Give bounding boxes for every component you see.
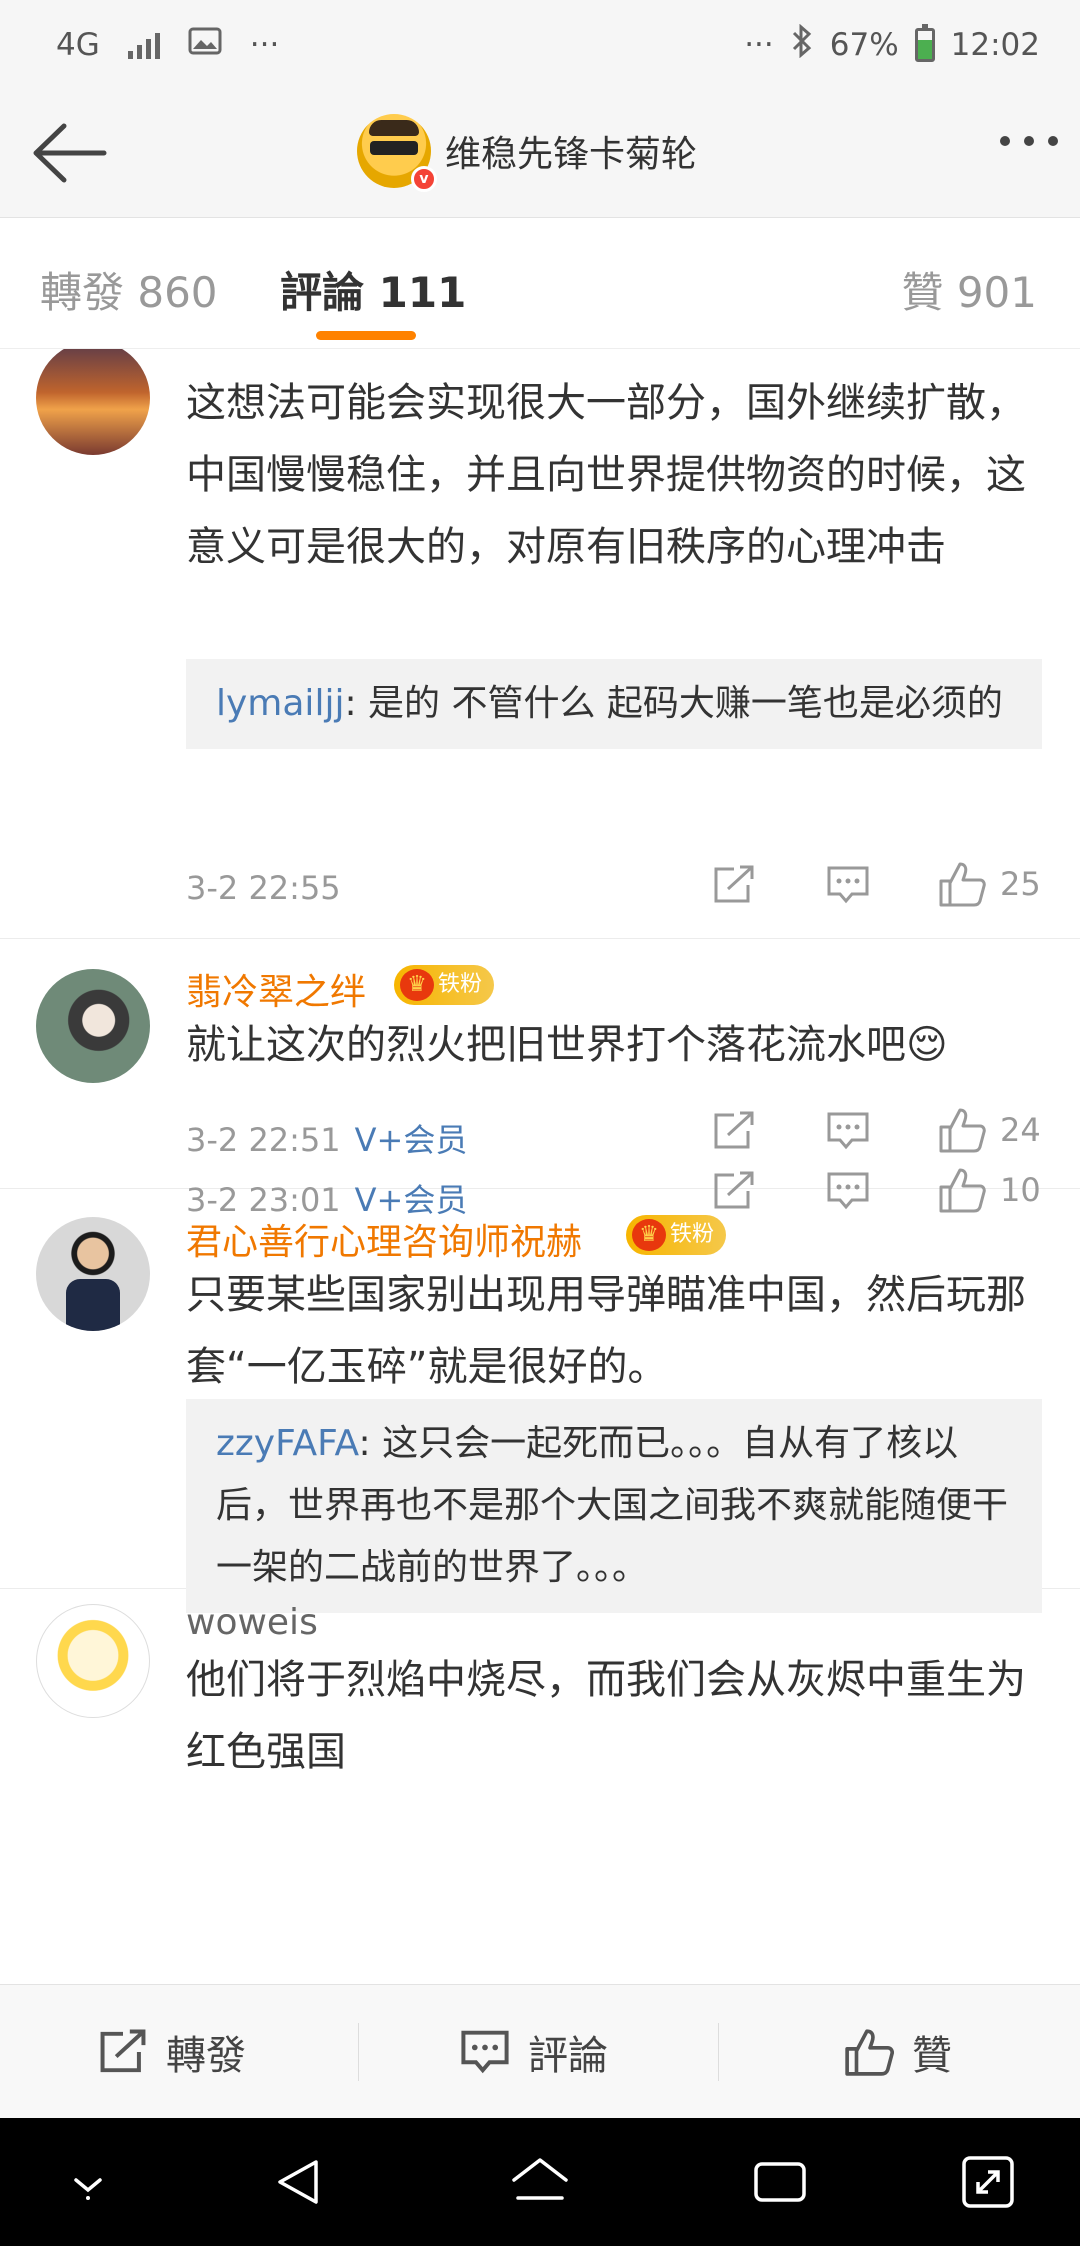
comment-button[interactable]: 評論 bbox=[460, 1985, 608, 2119]
comment-meta: 3-2 22:51 V+会员 bbox=[186, 1115, 467, 1161]
thumbs-up-icon bbox=[939, 1108, 986, 1153]
reply-username[interactable]: zzyFAFA bbox=[216, 1423, 359, 1464]
tab-repost[interactable]: 轉發 860 bbox=[40, 259, 218, 320]
avatar[interactable] bbox=[36, 969, 150, 1083]
chevron-down-icon[interactable] bbox=[56, 2150, 120, 2214]
reply-button[interactable] bbox=[826, 865, 870, 905]
tab-comments[interactable]: 評論 111 bbox=[280, 259, 466, 320]
verified-icon: v bbox=[411, 166, 437, 192]
image-icon bbox=[188, 27, 222, 63]
reply-preview[interactable]: lymailjj: 是的 不管什么 起码大赚一笔也是必须的 bbox=[186, 659, 1042, 749]
thumbs-up-icon bbox=[845, 2029, 894, 2076]
comment-text: 只要某些国家别出现用导弹瞄准中国，然后玩那套“一亿玉碎”就是很好的。 bbox=[186, 1272, 1026, 1390]
avatar[interactable] bbox=[36, 1604, 150, 1718]
comment-username[interactable]: 翡冷翠之绊 bbox=[186, 963, 366, 1015]
like-button[interactable]: 贊 bbox=[844, 1985, 952, 2119]
comment-item: 君心善行心理咨询师祝赫 ♛ 铁粉 只要某些国家别出现用导弹瞄准中国，然后玩那套“… bbox=[0, 1189, 1080, 1613]
vip-label[interactable]: V+会员 bbox=[355, 1121, 468, 1159]
reply-button[interactable] bbox=[826, 1111, 870, 1151]
status-bar: 4G ··· ··· 67% 12:02 bbox=[0, 0, 1080, 90]
more-options-icon[interactable] bbox=[1000, 136, 1058, 146]
comment-item: 翡冷翠之绊 ♛ 铁粉 就让这次的烈火把旧世界打个落花流水吧😌 3-2 22:51… bbox=[0, 939, 1080, 1189]
thumbs-up-icon bbox=[939, 862, 986, 907]
share-button[interactable] bbox=[712, 865, 756, 905]
comment-time: 3-2 22:51 bbox=[186, 1121, 341, 1159]
home-icon[interactable] bbox=[508, 2150, 572, 2214]
comment-icon bbox=[827, 1112, 869, 1150]
fan-badge-label: 铁粉 bbox=[670, 1222, 715, 1247]
back-triangle-icon[interactable] bbox=[268, 2150, 332, 2214]
comment-username[interactable]: woweis bbox=[186, 1602, 318, 1643]
like-count: 25 bbox=[1000, 865, 1041, 903]
repost-label: 轉發 bbox=[166, 2033, 246, 2079]
share-icon bbox=[714, 1111, 754, 1149]
recent-apps-icon[interactable] bbox=[748, 2150, 812, 2214]
like-count: 24 bbox=[1000, 1111, 1041, 1149]
divider bbox=[718, 2023, 719, 2081]
avatar[interactable]: v bbox=[357, 114, 437, 192]
comment-icon bbox=[827, 866, 869, 904]
reply-username[interactable]: lymailjj bbox=[216, 683, 344, 724]
header: v 维稳先锋卡菊轮 bbox=[0, 90, 1080, 218]
back-button[interactable] bbox=[28, 120, 108, 186]
avatar[interactable] bbox=[36, 349, 150, 455]
comment-time: 3-2 22:55 bbox=[186, 869, 341, 907]
signal-icon bbox=[127, 31, 160, 59]
like-label: 贊 bbox=[912, 2033, 952, 2079]
divider bbox=[358, 2023, 359, 2081]
tab-likes[interactable]: 贊 901 bbox=[901, 259, 1037, 320]
share-button[interactable] bbox=[712, 1111, 756, 1151]
comment-icon bbox=[461, 2030, 509, 2074]
comment-meta: 3-2 22:55 bbox=[186, 869, 341, 907]
notification-more: ··· bbox=[249, 27, 280, 63]
expand-icon[interactable] bbox=[956, 2150, 1020, 2214]
share-icon bbox=[714, 865, 754, 903]
status-left: 4G ··· bbox=[56, 27, 279, 63]
arrow-left-icon bbox=[33, 123, 107, 183]
like-button[interactable]: 25 bbox=[938, 861, 1041, 907]
avatar[interactable] bbox=[36, 1217, 150, 1331]
crown-icon: ♛ bbox=[400, 969, 434, 1001]
fan-badge-label: 铁粉 bbox=[438, 972, 483, 997]
comment-label: 評論 bbox=[528, 2033, 608, 2079]
comment-item: woweis 他们将于烈焰中烧尽，而我们会从灰烬中重生为红色强国 bbox=[0, 1580, 1080, 1984]
crown-icon: ♛ bbox=[632, 1219, 666, 1251]
status-more: ··· bbox=[744, 27, 774, 63]
bluetooth-icon bbox=[790, 23, 814, 66]
clock: 12:02 bbox=[950, 27, 1040, 63]
status-right: ··· 67% 12:02 bbox=[744, 23, 1040, 66]
network-indicator: 4G bbox=[56, 27, 100, 63]
like-button[interactable]: 24 bbox=[938, 1107, 1041, 1153]
tab-bar: 轉發 860 評論 111 贊 901 bbox=[0, 219, 1080, 349]
battery-percent: 67% bbox=[829, 27, 899, 63]
header-profile[interactable]: v 维稳先锋卡菊轮 bbox=[357, 114, 698, 192]
repost-button[interactable]: 轉發 bbox=[98, 1985, 246, 2119]
system-nav-bar bbox=[0, 2118, 1080, 2246]
comment-item: 这想法可能会实现很大一部分，国外继续扩散，中国慢慢稳住，并且向世界提供物资的时候… bbox=[0, 349, 1080, 939]
page-title: 维稳先锋卡菊轮 bbox=[445, 134, 698, 175]
fan-badge[interactable]: ♛ 铁粉 bbox=[394, 965, 495, 1005]
comment-username[interactable]: 君心善行心理咨询师祝赫 bbox=[186, 1213, 582, 1265]
comment-text: 他们将于烈焰中烧尽，而我们会从灰烬中重生为红色强国 bbox=[186, 1657, 1026, 1775]
battery-icon bbox=[914, 24, 935, 62]
comment-text: 这想法可能会实现很大一部分，国外继续扩散，中国慢慢稳住，并且向世界提供物资的时候… bbox=[186, 380, 1026, 570]
bottom-action-bar: 轉發 評論 贊 bbox=[0, 1984, 1080, 2118]
reply-text: : 是的 不管什么 起码大赚一笔也是必须的 bbox=[344, 683, 1003, 724]
comment-text: 就让这次的烈火把旧世界打个落花流水吧😌 bbox=[186, 1022, 948, 1068]
share-icon bbox=[100, 2029, 146, 2073]
active-tab-indicator bbox=[316, 331, 416, 340]
comment-list[interactable]: 这想法可能会实现很大一部分，国外继续扩散，中国慢慢稳住，并且向世界提供物资的时候… bbox=[0, 349, 1080, 1984]
fan-badge[interactable]: ♛ 铁粉 bbox=[626, 1215, 727, 1255]
